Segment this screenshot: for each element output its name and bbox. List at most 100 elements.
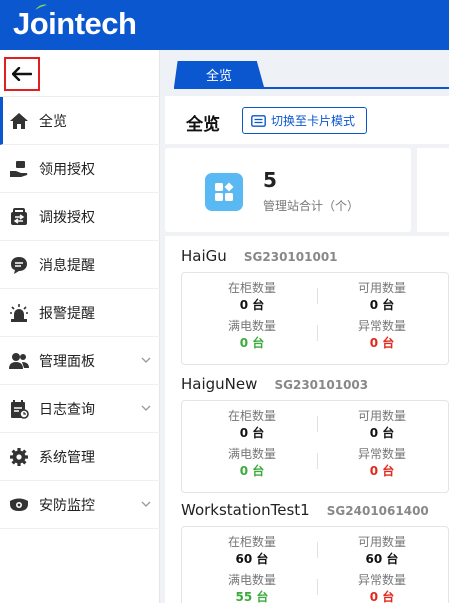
- arrow-left-icon: [12, 67, 32, 81]
- message-icon: [11, 257, 27, 274]
- sidebar-item-label: 管理面板: [39, 354, 95, 370]
- station-stats: 在柜数量 0 台 可用数量 0 台 满电数量 0 台 异常数量 0 台: [181, 272, 449, 365]
- alarm-icon: [10, 304, 28, 322]
- tab-underline: [174, 87, 449, 89]
- sidebar-menu: 全览 领用授权 调拨授权 消息提醒 报警提醒 管理面板 日志查询 系统管理 安防…: [0, 97, 160, 529]
- station-header: HaiguNew SG230101003: [181, 374, 368, 396]
- sidebar-item-transfer-auth[interactable]: 调拨授权: [0, 193, 160, 241]
- abnormal-stat: 异常数量 0 台: [317, 446, 447, 480]
- sidebar-item-management[interactable]: 管理面板: [0, 337, 160, 385]
- stat-label: 在柜数量: [227, 409, 276, 423]
- page-title: 全览: [186, 115, 220, 135]
- sidebar-item-security[interactable]: 安防监控: [0, 481, 160, 529]
- home-icon: [10, 113, 28, 129]
- sidebar-item-log-query[interactable]: 日志查询: [0, 385, 160, 433]
- sidebar-item-label: 领用授权: [39, 162, 95, 178]
- stat-label: 可用数量: [357, 409, 406, 423]
- stat-value: 0 台: [369, 298, 395, 312]
- station-stats: 在柜数量 60 台 可用数量 60 台 满电数量 55 台 异常数量 0 台: [181, 526, 449, 603]
- chevron-down-icon: [141, 501, 151, 507]
- in-cabinet-stat: 在柜数量 0 台: [187, 280, 317, 314]
- sidebar-item-alarms[interactable]: 报警提醒: [0, 289, 160, 337]
- stat-label: 满电数量: [227, 447, 276, 461]
- summary-card-partial: [417, 148, 449, 232]
- station-name[interactable]: HaiGu: [181, 247, 227, 265]
- page-header: 全览 切换至卡片模式: [165, 96, 449, 144]
- stat-label: 满电数量: [227, 573, 276, 587]
- tab-overview[interactable]: 全览: [174, 61, 264, 87]
- available-stat: 可用数量 0 台: [317, 408, 447, 442]
- station-header: HaiGu SG230101001: [181, 246, 338, 268]
- stat-value: 0 台: [369, 426, 395, 440]
- station-name[interactable]: HaiguNew: [181, 375, 257, 393]
- station-name[interactable]: WorkstationTest1: [181, 501, 310, 519]
- tab-bar: 全览: [160, 50, 449, 96]
- stat-value: 60 台: [235, 552, 269, 566]
- stat-label: 在柜数量: [227, 535, 276, 549]
- stat-label: 可用数量: [357, 281, 406, 295]
- abnormal-stat: 异常数量 0 台: [317, 572, 447, 603]
- stat-label: 异常数量: [357, 573, 406, 587]
- sidebar-item-label: 调拨授权: [39, 210, 95, 226]
- stat-label: 在柜数量: [227, 281, 276, 295]
- stat-label: 满电数量: [227, 319, 276, 333]
- station-stats: 在柜数量 0 台 可用数量 0 台 满电数量 0 台 异常数量 0 台: [181, 400, 449, 493]
- logo-leaf-icon: [35, 4, 47, 10]
- camera-icon: [10, 498, 28, 511]
- gear-icon: [10, 448, 28, 466]
- station-code: SG230101001: [243, 250, 338, 264]
- station-header: WorkstationTest1 SG2401061400: [181, 500, 429, 522]
- apps-icon: [215, 182, 234, 201]
- stat-value: 0 台: [239, 336, 265, 350]
- switch-button-label: 切换至卡片模式: [271, 114, 356, 128]
- sidebar-item-system[interactable]: 系统管理: [0, 433, 160, 481]
- brand-logo[interactable]: Jointech: [13, 4, 137, 42]
- abnormal-stat: 异常数量 0 台: [317, 318, 447, 352]
- chevron-down-icon: [141, 357, 151, 363]
- transfer-icon: [11, 208, 27, 225]
- station-code: SG2401061400: [326, 504, 429, 518]
- sidebar-item-label: 日志查询: [39, 402, 95, 418]
- station-list: HaiGu SG230101001 在柜数量 0 台 可用数量 0 台 满电数量…: [165, 236, 449, 603]
- card-mode-icon: [251, 114, 266, 127]
- stat-value: 0 台: [369, 336, 395, 350]
- stat-label: 异常数量: [357, 447, 406, 461]
- switch-to-card-mode-button[interactable]: 切换至卡片模式: [242, 107, 367, 134]
- station-code: SG230101003: [274, 378, 369, 392]
- stat-value: 55 台: [235, 590, 269, 603]
- available-stat: 可用数量 0 台: [317, 280, 447, 314]
- users-icon: [9, 353, 29, 369]
- sidebar-item-label: 安防监控: [39, 498, 95, 514]
- collapse-back-button[interactable]: [4, 57, 40, 91]
- sidebar-item-receive-auth[interactable]: 领用授权: [0, 145, 160, 193]
- station-summary-icon: [205, 173, 243, 211]
- station-total-value: 5: [263, 168, 277, 192]
- stat-value: 0 台: [239, 464, 265, 478]
- stat-label: 可用数量: [357, 535, 406, 549]
- sidebar-item-label: 报警提醒: [39, 306, 95, 322]
- stat-value: 0 台: [239, 426, 265, 440]
- app-header: Jointech: [0, 0, 449, 50]
- sidebar-item-label: 全览: [39, 114, 67, 130]
- full-charge-stat: 满电数量 0 台: [187, 446, 317, 480]
- sidebar-item-label: 系统管理: [39, 450, 95, 466]
- hand-receive-icon: [10, 161, 28, 177]
- stat-value: 0 台: [369, 464, 395, 478]
- sidebar: 全览 领用授权 调拨授权 消息提醒 报警提醒 管理面板 日志查询 系统管理 安防…: [0, 50, 160, 603]
- sidebar-item-label: 消息提醒: [39, 258, 95, 274]
- summary-card: 5 管理站合计（个）: [165, 148, 411, 232]
- in-cabinet-stat: 在柜数量 0 台: [187, 408, 317, 442]
- chevron-down-icon: [141, 405, 151, 411]
- full-charge-stat: 满电数量 55 台: [187, 572, 317, 603]
- available-stat: 可用数量 60 台: [317, 534, 447, 568]
- sidebar-item-messages[interactable]: 消息提醒: [0, 241, 160, 289]
- logo-text: Jointech: [13, 6, 137, 41]
- station-total-label: 管理站合计（个）: [263, 199, 360, 213]
- sidebar-item-overview[interactable]: 全览: [0, 97, 160, 145]
- stat-label: 异常数量: [357, 319, 406, 333]
- in-cabinet-stat: 在柜数量 60 台: [187, 534, 317, 568]
- stat-value: 60 台: [365, 552, 399, 566]
- stat-value: 0 台: [369, 590, 395, 603]
- full-charge-stat: 满电数量 0 台: [187, 318, 317, 352]
- log-icon: [11, 400, 29, 419]
